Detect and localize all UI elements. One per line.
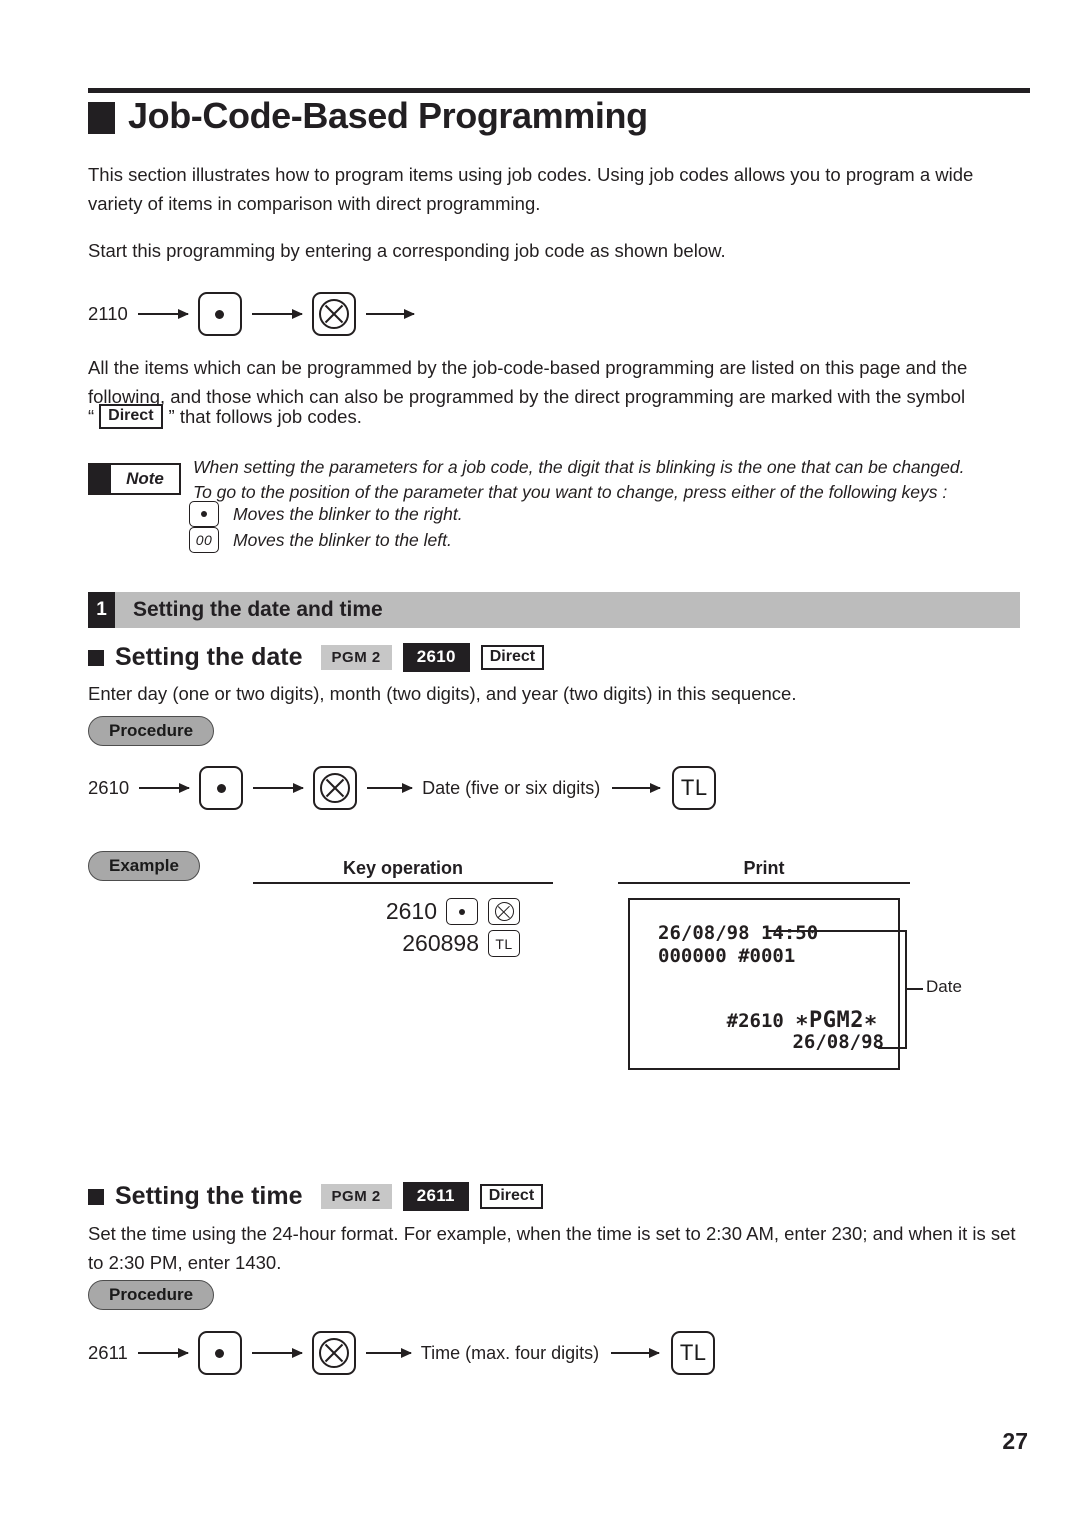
title-top-rule (88, 88, 1030, 93)
tl-key-icon: TL (672, 766, 717, 810)
key-operation-lines: 2610 260898 TL (300, 898, 520, 957)
key-operation-line: 260898 TL (402, 930, 520, 957)
page-title: Job-Code-Based Programming (88, 95, 648, 137)
column-header-key-operation: Key operation (342, 858, 464, 878)
page-number: 27 (1002, 1428, 1028, 1454)
date-procedure-flow: 2610 Date (five or six digits) TL (88, 766, 717, 810)
multiply-key-icon (311, 1331, 356, 1375)
receipt-date-line: 26/08/98 (792, 1031, 884, 1053)
tl-key-icon: TL (488, 930, 520, 957)
arrow-icon (365, 1352, 411, 1354)
callout-label-date: Date (926, 977, 962, 996)
arrow-icon (137, 1352, 188, 1354)
note-label: Note (126, 469, 164, 488)
tl-key-icon: TL (671, 1331, 716, 1375)
title-bullet-square-icon (88, 102, 115, 134)
time-flow-code: 2611 (88, 1342, 128, 1363)
point-key-icon (197, 292, 242, 336)
multiply-key-icon (313, 766, 358, 810)
receipt-datetime-line: 26/08/98 14:50 (658, 922, 819, 944)
date-code-badge: 2610 (402, 643, 470, 672)
note-line-1: When setting the parameters for a job co… (193, 457, 965, 477)
receipt-jobcode: #2610 (726, 1010, 784, 1032)
subsection-heading-date: Setting the date PGM 2 2610 Direct (88, 643, 545, 672)
date-flow-code: 2610 (88, 777, 130, 798)
note-key-right-label: Moves the blinker to the right. (233, 503, 463, 524)
section-header-bar: 1 Setting the date and time (88, 592, 1020, 628)
intro-paragraph-1: This section illustrates how to program … (88, 164, 974, 214)
date-heading-text: Setting the date (115, 643, 303, 671)
arrow-icon (137, 313, 188, 315)
document-page: Job-Code-Based Programming This section … (0, 0, 1080, 1526)
time-entry-label: Time (max. four digits) (420, 1342, 600, 1363)
arrow-icon (251, 313, 302, 315)
procedure-pill-time: Procedure (88, 1280, 215, 1310)
key-operation-number: 2610 (385, 898, 437, 924)
point-key-icon (189, 501, 219, 527)
arrow-icon (611, 1352, 660, 1354)
note-key-left-row: 00 Moves the blinker to the left. (189, 527, 452, 553)
point-key-icon (446, 898, 478, 925)
time-direct-badge: Direct (479, 1183, 544, 1210)
point-key-icon (199, 766, 244, 810)
column-header-print: Print (743, 858, 785, 878)
intro-paragraph-3: All the items which can be programmed by… (88, 357, 968, 407)
time-description: Set the time using the 24-hour format. F… (88, 1223, 1016, 1273)
subsection-heading-time: Setting the time PGM 2 2611 Direct (88, 1182, 544, 1211)
print-rule (618, 882, 910, 884)
note-black-block-icon (90, 465, 111, 493)
section-number: 1 (88, 592, 115, 628)
section-title: Setting the date and time (115, 592, 1020, 628)
callout-line-top (768, 930, 907, 932)
open-quote: “ (88, 405, 95, 427)
time-procedure-flow: 2611 Time (max. four digits) TL (88, 1331, 716, 1375)
title-text: Job-Code-Based Programming (128, 95, 648, 136)
time-pgm-badge: PGM 2 (320, 1184, 392, 1209)
arrow-icon (365, 313, 414, 315)
intro-paragraph-2: Start this programming by entering a cor… (88, 240, 726, 261)
callout-line-mid (905, 988, 923, 990)
date-direct-badge: Direct (480, 644, 545, 671)
point-key-icon (197, 1331, 242, 1375)
key-operation-line: 2610 (386, 898, 520, 925)
arrow-icon (139, 787, 190, 789)
note-key-right-row: Moves the blinker to the right. (189, 501, 463, 527)
double-zero-key-icon: 00 (189, 527, 219, 553)
multiply-key-icon (311, 292, 356, 336)
heading-bullet-square-icon (88, 1188, 104, 1205)
direct-suffix-text: ” that follows job codes. (168, 405, 362, 427)
direct-badge: Direct (99, 404, 163, 430)
note-key-left-label: Moves the blinker to the left. (233, 529, 452, 550)
key-operation-rule (253, 882, 553, 884)
arrow-icon (251, 1352, 302, 1354)
date-pgm-badge: PGM 2 (320, 645, 392, 670)
receipt-counter-line: 000000 #0001 (658, 945, 796, 967)
note-body: When setting the parameters for a job co… (193, 455, 1033, 505)
top-flow-code: 2110 (88, 303, 128, 324)
heading-bullet-square-icon (88, 649, 104, 666)
direct-symbol-line: “ Direct ” that follows job codes. (88, 404, 362, 430)
key-operation-number: 260898 (402, 930, 479, 956)
date-description: Enter day (one or two digits), month (tw… (88, 683, 797, 704)
example-pill: Example (88, 851, 200, 881)
top-job-code-flow: 2110 (88, 292, 424, 336)
arrow-icon (253, 787, 304, 789)
print-receipt-box: 26/08/98 14:50 000000 #0001 #2610 ∗PGM2∗… (628, 898, 900, 1070)
arrow-icon (612, 787, 661, 789)
date-entry-label: Date (five or six digits) (422, 777, 601, 798)
callout-line-bottom (878, 1047, 907, 1049)
receipt-mode: ∗PGM2∗ (795, 1008, 878, 1033)
time-heading-text: Setting the time (115, 1182, 303, 1210)
arrow-icon (367, 787, 413, 789)
procedure-pill-date: Procedure (88, 716, 215, 746)
time-code-badge: 2611 (402, 1182, 469, 1211)
multiply-key-icon (488, 898, 520, 925)
note-badge: Note (88, 463, 181, 495)
